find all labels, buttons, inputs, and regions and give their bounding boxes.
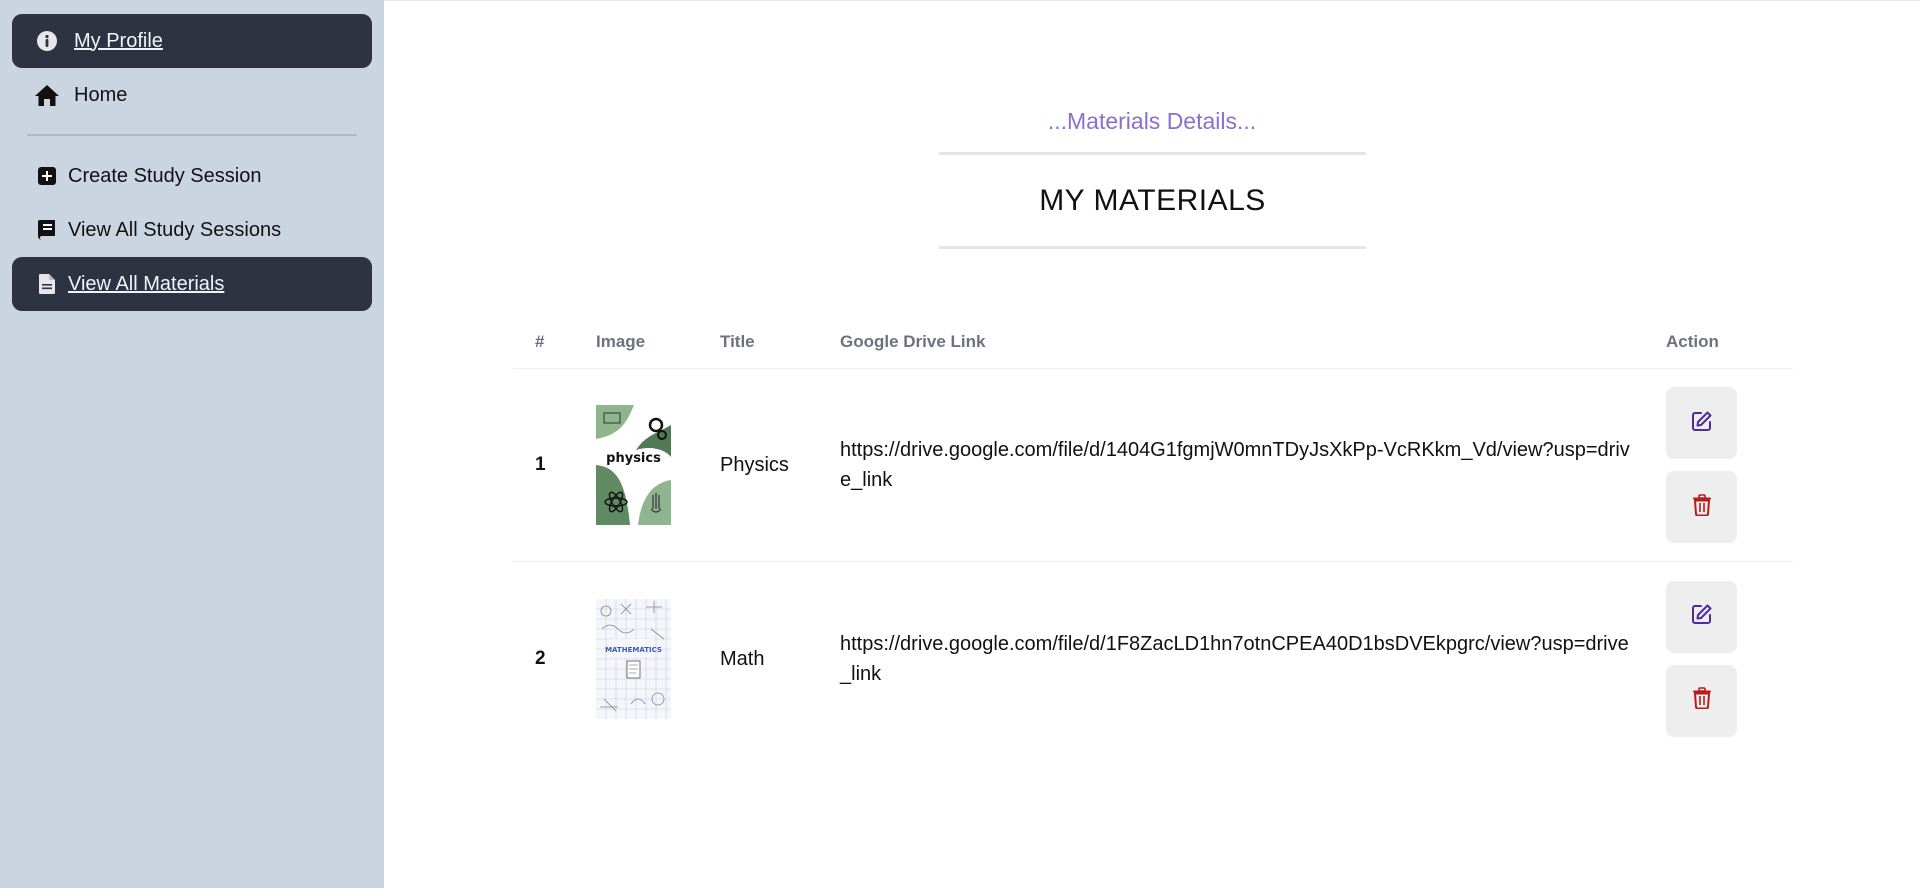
- sidebar-item-label: Create Study Session: [68, 164, 262, 187]
- row-number: 1: [535, 454, 546, 475]
- delete-button[interactable]: [1666, 471, 1737, 543]
- row-number: 2: [535, 647, 546, 669]
- row-title: Physics: [720, 454, 789, 476]
- sidebar: My Profile Home Create Study Session Vie…: [0, 0, 384, 888]
- header-number: #: [535, 331, 545, 351]
- physics-cover-image: physics: [596, 405, 671, 525]
- trash-icon: [1692, 687, 1712, 714]
- sidebar-item-label: Home: [74, 83, 128, 106]
- home-icon: [34, 82, 60, 108]
- header-image: Image: [596, 331, 646, 351]
- sidebar-item-label: View All Materials: [68, 272, 225, 295]
- sidebar-item-home[interactable]: Home: [12, 68, 372, 122]
- row-drive-link[interactable]: https://drive.google.com/file/d/1F8ZacLD…: [840, 629, 1666, 689]
- plus-square-icon: [34, 163, 60, 189]
- main-content: ...Materials Details... MY MATERIALS # I…: [384, 0, 1920, 888]
- table-row: 1 physics Physics https://drive.google.c…: [513, 369, 1793, 562]
- row-actions: [1666, 387, 1793, 543]
- header-link: Google Drive Link: [840, 331, 986, 351]
- edit-icon: [1691, 603, 1713, 630]
- page-title: MY MATERIALS: [1039, 183, 1266, 217]
- sidebar-item-view-all-study-sessions[interactable]: View All Study Sessions: [12, 203, 372, 257]
- header-action: Action: [1666, 331, 1719, 351]
- physics-cover-text: physics: [606, 451, 661, 466]
- math-cover-text: MATHEMATICS: [605, 646, 662, 654]
- math-cover-image: MATHEMATICS: [596, 598, 671, 719]
- page-title-box: MY MATERIALS: [939, 152, 1366, 249]
- header-title: Title: [720, 331, 755, 351]
- sidebar-item-create-study-session[interactable]: Create Study Session: [12, 149, 372, 203]
- sidebar-item-label: View All Study Sessions: [68, 218, 282, 241]
- trash-icon: [1692, 493, 1712, 521]
- edit-icon: [1691, 410, 1713, 437]
- material-thumbnail-physics: physics: [596, 405, 720, 525]
- table-header: # Image Title Google Drive Link Action: [513, 315, 1793, 369]
- edit-button[interactable]: [1666, 580, 1737, 653]
- table-row: 2 MATHEMATICS Math https://drive.google.…: [513, 562, 1793, 755]
- row-drive-link[interactable]: https://drive.google.com/file/d/1404G1fg…: [840, 435, 1666, 495]
- row-title: Math: [720, 647, 765, 670]
- info-icon: [34, 28, 60, 54]
- document-icon: [34, 271, 60, 297]
- row-actions: [1666, 580, 1793, 737]
- sidebar-item-label: My Profile: [74, 29, 163, 52]
- page-subtitle: ...Materials Details...: [1047, 108, 1257, 134]
- materials-table: # Image Title Google Drive Link Action 1: [513, 315, 1793, 755]
- sidebar-item-my-profile[interactable]: My Profile: [12, 14, 372, 68]
- sidebar-divider: [27, 134, 357, 136]
- delete-button[interactable]: [1666, 664, 1737, 737]
- material-thumbnail-math: MATHEMATICS: [596, 598, 720, 719]
- edit-button[interactable]: [1666, 387, 1737, 459]
- book-icon: [34, 217, 60, 243]
- sidebar-item-view-all-materials[interactable]: View All Materials: [12, 257, 372, 311]
